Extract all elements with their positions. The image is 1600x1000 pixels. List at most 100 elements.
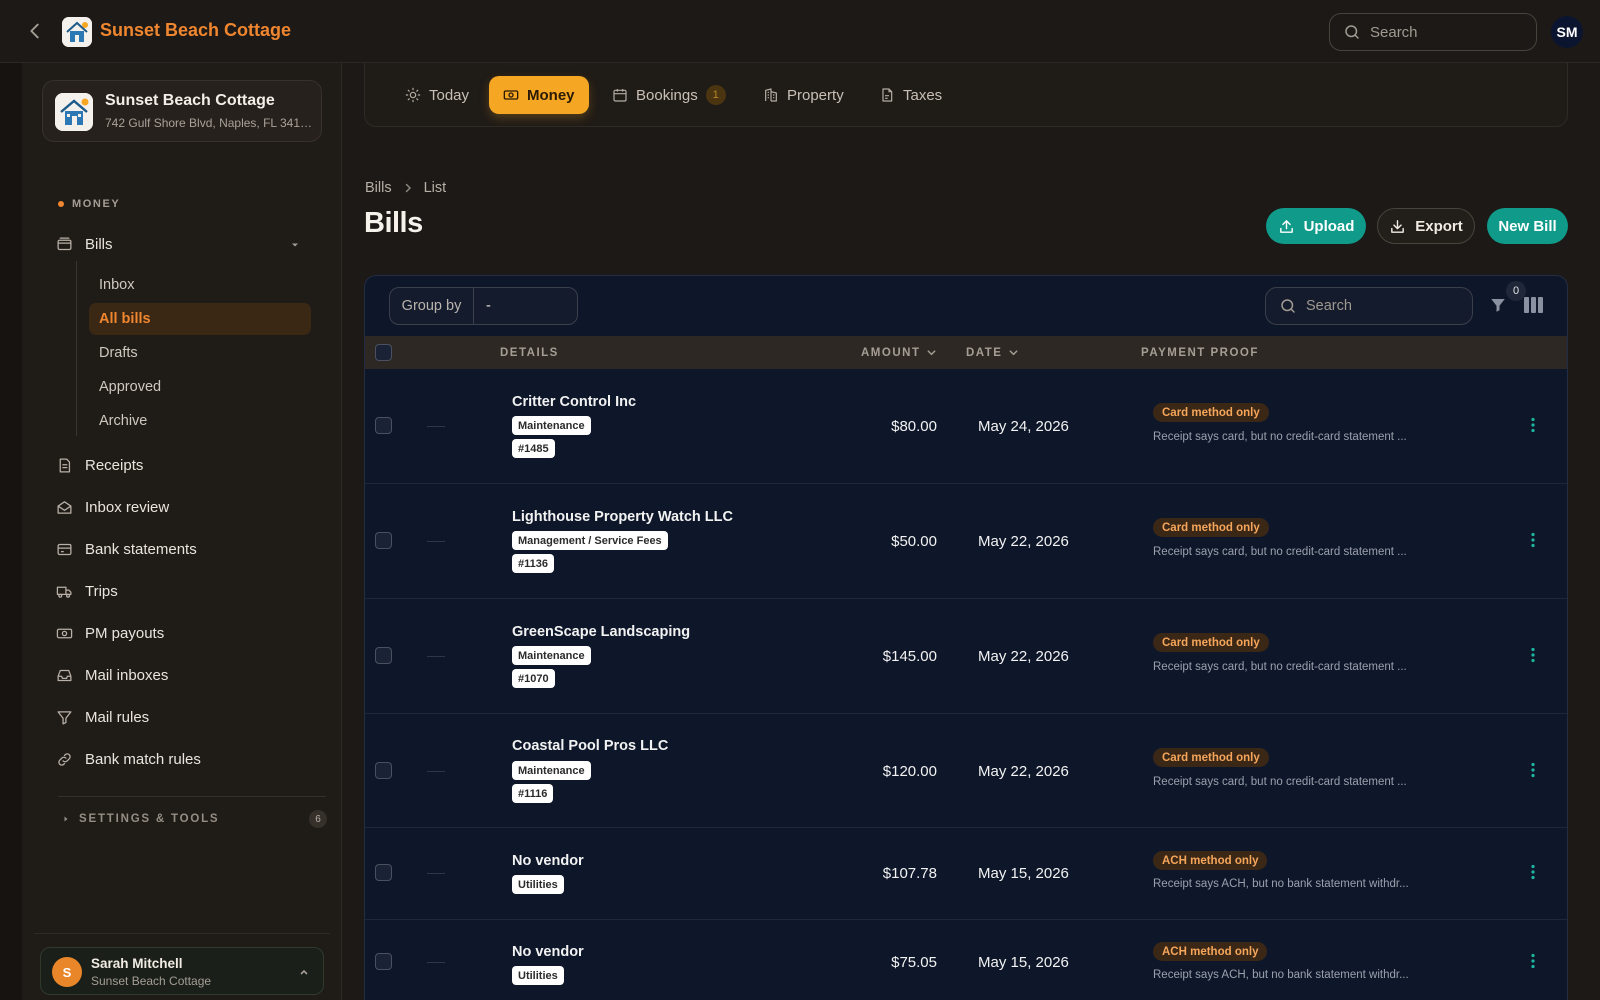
vendor-name[interactable]: Coastal Pool Pros LLC — [512, 738, 668, 754]
sidebar-item-label: Mail rules — [85, 708, 150, 726]
sidebar-subitem-inbox[interactable]: Inbox — [89, 269, 311, 301]
building-icon — [763, 87, 779, 103]
chevron-right-icon — [62, 815, 70, 823]
select-all-checkbox[interactable] — [375, 344, 392, 361]
sidebar-item-receipts[interactable]: Receipts — [56, 450, 143, 480]
tab-money[interactable]: Money — [489, 76, 589, 114]
sidebar-item-mail-rules[interactable]: Mail rules — [56, 702, 149, 732]
payment-proof-note: Receipt says ACH, but no bank statement … — [1153, 878, 1409, 890]
user-name: Sarah Mitchell — [91, 956, 183, 971]
payment-proof-note: Receipt says card, but no credit-card st… — [1153, 776, 1407, 788]
back-arrow-icon[interactable] — [24, 20, 46, 42]
tab-label: Money — [527, 86, 575, 104]
calendar-icon — [612, 87, 628, 103]
sidebar-subitem-archive[interactable]: Archive — [89, 405, 311, 437]
sidebar-item-label: Receipts — [85, 456, 144, 474]
search-icon — [1279, 297, 1297, 315]
breadcrumb-bills[interactable]: Bills — [365, 180, 392, 196]
category-tag: Maintenance — [512, 416, 591, 435]
more-vertical-icon[interactable] — [1525, 953, 1541, 969]
download-icon — [1389, 218, 1406, 235]
group-by-value: - — [486, 298, 491, 314]
sidebar-subitem-drafts[interactable]: Drafts — [89, 337, 311, 369]
property-name: Sunset Beach Cottage — [105, 92, 275, 109]
house-logo-icon — [55, 93, 93, 131]
global-search-input[interactable] — [1370, 14, 1530, 50]
vendor-name[interactable]: No vendor — [512, 944, 584, 960]
more-vertical-icon[interactable] — [1525, 532, 1541, 548]
table-row[interactable]: No vendor Utilities $107.78 May 15, 2026… — [365, 828, 1567, 920]
sidebar-item-bank-statements[interactable]: Bank statements — [56, 534, 197, 564]
tab-bookings[interactable]: Bookings 1 — [598, 76, 740, 114]
file-icon — [879, 87, 895, 103]
filter-icon[interactable] — [1489, 296, 1507, 314]
table-search[interactable] — [1265, 287, 1473, 325]
property-address: 742 Gulf Shore Blvd, Naples, FL 34102 — [105, 116, 313, 130]
table-row[interactable]: Coastal Pool Pros LLC Maintenance #1116 … — [365, 714, 1567, 828]
tab-taxes[interactable]: Taxes — [865, 76, 956, 114]
category-tag: Maintenance — [512, 646, 591, 665]
table-row[interactable]: No vendor Utilities $75.05 May 15, 2026 … — [365, 920, 1567, 1000]
caret-down-icon[interactable] — [290, 240, 300, 250]
sidebar-subitem-approved[interactable]: Approved — [89, 371, 311, 403]
more-vertical-icon[interactable] — [1525, 417, 1541, 433]
row-checkbox[interactable] — [375, 532, 392, 549]
sort-chevron-icon[interactable] — [926, 347, 937, 358]
category-tag: Utilities — [512, 966, 564, 985]
sidebar-item-trips[interactable]: Trips — [56, 576, 118, 606]
user-menu[interactable]: S Sarah Mitchell Sunset Beach Cottage — [40, 947, 324, 995]
sidebar: Sunset Beach Cottage 742 Gulf Shore Blvd… — [22, 63, 342, 1000]
user-property: Sunset Beach Cottage — [91, 974, 212, 988]
sidebar-item-bills[interactable]: Bills — [56, 229, 113, 259]
sidebar-item-mail-inboxes[interactable]: Mail inboxes — [56, 660, 168, 690]
vendor-name[interactable]: Lighthouse Property Watch LLC — [512, 509, 733, 525]
bill-number-tag: #1070 — [512, 669, 555, 688]
table-row[interactable]: GreenScape Landscaping Maintenance #1070… — [365, 599, 1567, 714]
bookings-count-badge: 1 — [705, 85, 726, 105]
table-search-input[interactable] — [1306, 288, 1466, 324]
payment-proof-note: Receipt says ACH, but no bank statement … — [1153, 969, 1409, 981]
column-header-label: DATE — [966, 346, 1003, 359]
sidebar-item-inbox-review[interactable]: Inbox review — [56, 492, 169, 522]
table-row[interactable]: Lighthouse Property Watch LLC Management… — [365, 484, 1567, 599]
property-card[interactable]: Sunset Beach Cottage 742 Gulf Shore Blvd… — [42, 80, 322, 142]
more-vertical-icon[interactable] — [1525, 647, 1541, 663]
group-by-select[interactable]: Group by - — [389, 287, 578, 325]
row-checkbox[interactable] — [375, 762, 392, 779]
app-title[interactable]: Sunset Beach Cottage — [100, 20, 291, 41]
sort-chevron-icon[interactable] — [1008, 347, 1019, 358]
upload-button[interactable]: Upload — [1266, 208, 1366, 244]
sidebar-item-label: Trips — [85, 582, 118, 600]
sidebar-subitem-all-bills[interactable]: All bills — [89, 303, 311, 335]
sidebar-item-label: Inbox review — [85, 498, 170, 516]
row-checkbox[interactable] — [375, 417, 392, 434]
tab-today[interactable]: Today — [391, 76, 483, 114]
payment-proof-badge: Card method only — [1153, 403, 1269, 422]
more-vertical-icon[interactable] — [1525, 864, 1541, 880]
settings-and-tools-toggle[interactable]: SETTINGS & TOOLS 6 — [62, 808, 327, 830]
table-row[interactable]: Critter Control Inc Maintenance #1485 $8… — [365, 369, 1567, 484]
column-header-date[interactable]: DATE — [966, 336, 1019, 369]
sidebar-item-bank-match-rules[interactable]: Bank match rules — [56, 744, 201, 774]
sidebar-item-pm-payouts[interactable]: PM payouts — [56, 618, 164, 648]
columns-icon[interactable] — [1524, 297, 1543, 313]
row-thumbnail-placeholder — [427, 771, 445, 772]
breadcrumb: Bills List — [365, 180, 446, 196]
house-logo-icon[interactable] — [62, 17, 92, 47]
export-button[interactable]: Export — [1377, 208, 1475, 244]
row-checkbox[interactable] — [375, 953, 392, 970]
category-tag: Utilities — [512, 875, 564, 894]
category-tag: Maintenance — [512, 761, 591, 780]
column-header-amount[interactable]: AMOUNT — [861, 336, 937, 369]
tab-property[interactable]: Property — [749, 76, 858, 114]
row-checkbox[interactable] — [375, 647, 392, 664]
more-vertical-icon[interactable] — [1525, 762, 1541, 778]
vendor-name[interactable]: Critter Control Inc — [512, 394, 636, 410]
new-bill-button[interactable]: New Bill — [1487, 208, 1568, 244]
vendor-name[interactable]: No vendor — [512, 853, 584, 869]
global-search[interactable] — [1329, 13, 1537, 51]
user-avatar[interactable]: SM — [1551, 16, 1583, 48]
sidebar-divider — [58, 796, 326, 797]
vendor-name[interactable]: GreenScape Landscaping — [512, 624, 690, 640]
row-checkbox[interactable] — [375, 864, 392, 881]
